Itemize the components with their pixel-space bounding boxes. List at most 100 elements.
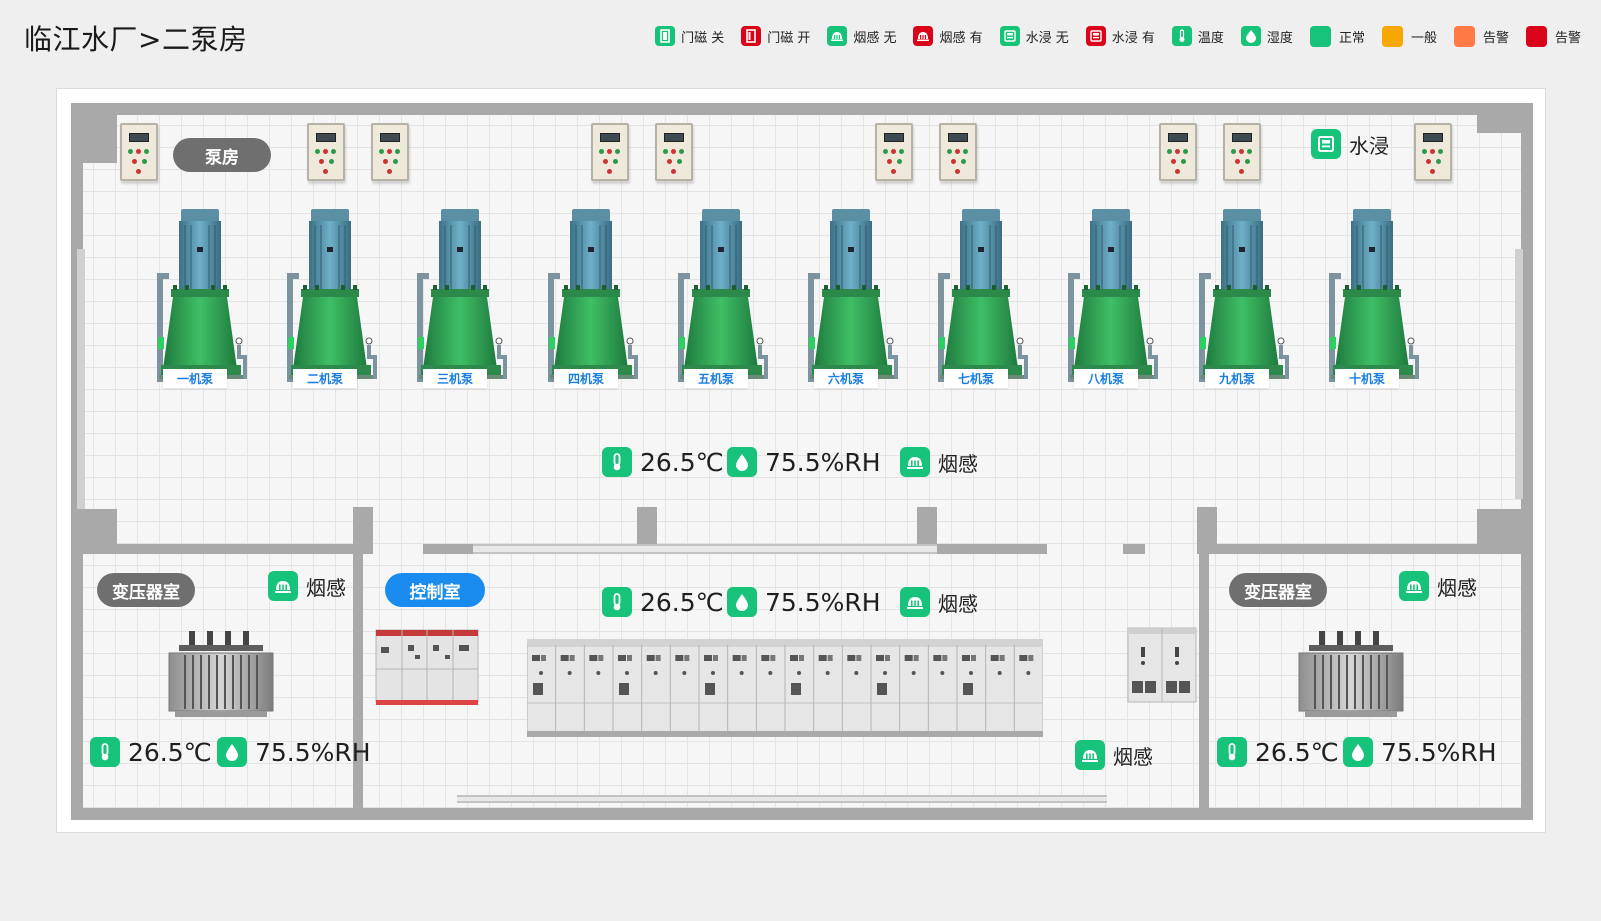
- transformer-left-smoke-label: 烟感: [306, 575, 346, 600]
- smoke-detector-icon: [1399, 571, 1429, 601]
- switchgear-cabinet-right[interactable]: [1127, 627, 1197, 707]
- droplet-icon: [1240, 26, 1261, 46]
- legend-smoke-none-label: 烟感 无: [853, 30, 897, 46]
- water-sensor-alarm-icon: [1085, 26, 1106, 46]
- smoke-detector-icon: [268, 571, 298, 601]
- partition-wall: [937, 544, 1047, 554]
- room-label-transformer-right[interactable]: 变压器室: [1229, 573, 1327, 607]
- pump-7[interactable]: 七机泵: [936, 207, 1036, 392]
- control-panel[interactable]: [371, 123, 409, 181]
- warning-swatch: [1453, 25, 1475, 47]
- pump-3[interactable]: 三机泵: [415, 207, 515, 392]
- legend-door-closed-label: 门磁 关: [681, 30, 725, 46]
- partition-wall: [1209, 544, 1533, 554]
- control-room-smoke-sensor[interactable]: 烟感: [900, 587, 978, 617]
- transformer-right-humidity-sensor[interactable]: 75.5%RH: [1343, 737, 1497, 767]
- legend-door-open: 门磁 开: [741, 26, 810, 46]
- legend-water-none-label: 水浸 无: [1025, 30, 1069, 46]
- wall-bottom: [71, 808, 1533, 820]
- pump-label: 六机泵: [814, 369, 878, 388]
- switchgear-row-main[interactable]: [527, 639, 1043, 739]
- pillar: [1477, 509, 1533, 549]
- control-room-humidity-sensor[interactable]: 75.5%RH: [727, 587, 881, 617]
- pump-4[interactable]: 四机泵: [546, 207, 646, 392]
- legend-normal: 正常: [1309, 25, 1365, 47]
- pump-label: 二机泵: [293, 369, 357, 388]
- control-panel[interactable]: [655, 123, 693, 181]
- legend-general: 一般: [1381, 25, 1437, 47]
- droplet-icon: [217, 737, 247, 767]
- normal-swatch: [1309, 25, 1331, 47]
- control-panel[interactable]: [591, 123, 629, 181]
- legend-alarm: 告警: [1525, 25, 1581, 47]
- legend-normal-label: 正常: [1338, 30, 1365, 46]
- pump-2[interactable]: 二机泵: [285, 207, 385, 392]
- pump-room-humidity-sensor[interactable]: 75.5%RH: [727, 447, 881, 477]
- switchgear-cabinet-left[interactable]: [375, 629, 479, 707]
- thermometer-icon: [602, 447, 632, 477]
- room-label-transformer-left[interactable]: 变压器室: [97, 573, 195, 607]
- transformer-left-humidity-value: 75.5%RH: [255, 737, 371, 767]
- pump-5[interactable]: 五机泵: [676, 207, 776, 392]
- partition-wall-vertical: [353, 544, 363, 820]
- status-legend: 门磁 关 门磁 开 烟感 无 烟感 有 水浸 无 水浸 有 温度 湿度 正常 一…: [638, 25, 1581, 47]
- transformer-left-temp-sensor[interactable]: 26.5℃: [90, 737, 212, 767]
- thermometer-icon: [602, 587, 632, 617]
- window-bottom: [457, 795, 1107, 803]
- control-room-humidity-value: 75.5%RH: [765, 587, 881, 617]
- room-label-pump-room[interactable]: 泵房: [173, 138, 271, 172]
- transformer-right-smoke-sensor[interactable]: 烟感: [1399, 571, 1477, 601]
- transformer-left-smoke-sensor[interactable]: 烟感: [268, 571, 346, 601]
- pump-1[interactable]: 一机泵: [155, 207, 255, 392]
- control-panel[interactable]: [1223, 123, 1261, 181]
- control-room-temp-sensor[interactable]: 26.5℃: [602, 587, 724, 617]
- pump-8[interactable]: 八机泵: [1066, 207, 1166, 392]
- smoke-detector-icon: [900, 447, 930, 477]
- droplet-icon: [727, 587, 757, 617]
- pump-10[interactable]: 十机泵: [1327, 207, 1427, 392]
- pump-label: 四机泵: [554, 369, 618, 388]
- legend-door-closed: 门磁 关: [655, 26, 724, 46]
- pillar: [71, 509, 117, 549]
- droplet-icon: [727, 447, 757, 477]
- control-panel[interactable]: [307, 123, 345, 181]
- pump-9[interactable]: 九机泵: [1197, 207, 1297, 392]
- legend-smoke-yes: 烟感 有: [913, 26, 983, 46]
- transformer-left[interactable]: [167, 629, 275, 721]
- wall-segment: [112, 103, 312, 115]
- control-panel[interactable]: [1159, 123, 1197, 181]
- transformer-right[interactable]: [1297, 629, 1405, 721]
- pump-label: 十机泵: [1335, 369, 1399, 388]
- general-swatch: [1381, 25, 1403, 47]
- legend-smoke-yes-label: 烟感 有: [939, 30, 983, 46]
- legend-door-open-label: 门磁 开: [767, 30, 811, 46]
- droplet-icon: [1343, 737, 1373, 767]
- pump-label: 一机泵: [163, 369, 227, 388]
- room-label-control-room[interactable]: 控制室: [385, 573, 485, 607]
- control-panel[interactable]: [1414, 123, 1452, 181]
- page-title: 临江水厂>二泵房: [24, 23, 248, 56]
- pump-label: 三机泵: [423, 369, 487, 388]
- legend-temperature-label: 温度: [1197, 30, 1224, 46]
- pump-room-temp-sensor[interactable]: 26.5℃: [602, 447, 724, 477]
- control-room-smoke-sensor-lower[interactable]: 烟感: [1075, 740, 1153, 770]
- pump-room-smoke-label: 烟感: [938, 451, 978, 476]
- control-panel[interactable]: [120, 123, 158, 181]
- pump-label: 七机泵: [944, 369, 1008, 388]
- control-panel[interactable]: [875, 123, 913, 181]
- control-panel[interactable]: [939, 123, 977, 181]
- transformer-right-humidity-value: 75.5%RH: [1381, 737, 1497, 767]
- thermometer-icon: [1217, 737, 1247, 767]
- control-room-smoke-lower-label: 烟感: [1113, 744, 1153, 769]
- pump-room-smoke-sensor[interactable]: 烟感: [900, 447, 978, 477]
- transformer-left-humidity-sensor[interactable]: 75.5%RH: [217, 737, 371, 767]
- pump-room-humidity-value: 75.5%RH: [765, 447, 881, 477]
- pump-6[interactable]: 六机泵: [806, 207, 906, 392]
- legend-general-label: 一般: [1410, 30, 1437, 46]
- legend-humidity-label: 湿度: [1266, 30, 1293, 46]
- legend-water-yes: 水浸 有: [1085, 26, 1155, 46]
- window-right: [1515, 249, 1523, 499]
- transformer-right-temp-sensor[interactable]: 26.5℃: [1217, 737, 1339, 767]
- window-left: [77, 249, 85, 509]
- water-immersion-sensor[interactable]: 水浸: [1311, 129, 1389, 159]
